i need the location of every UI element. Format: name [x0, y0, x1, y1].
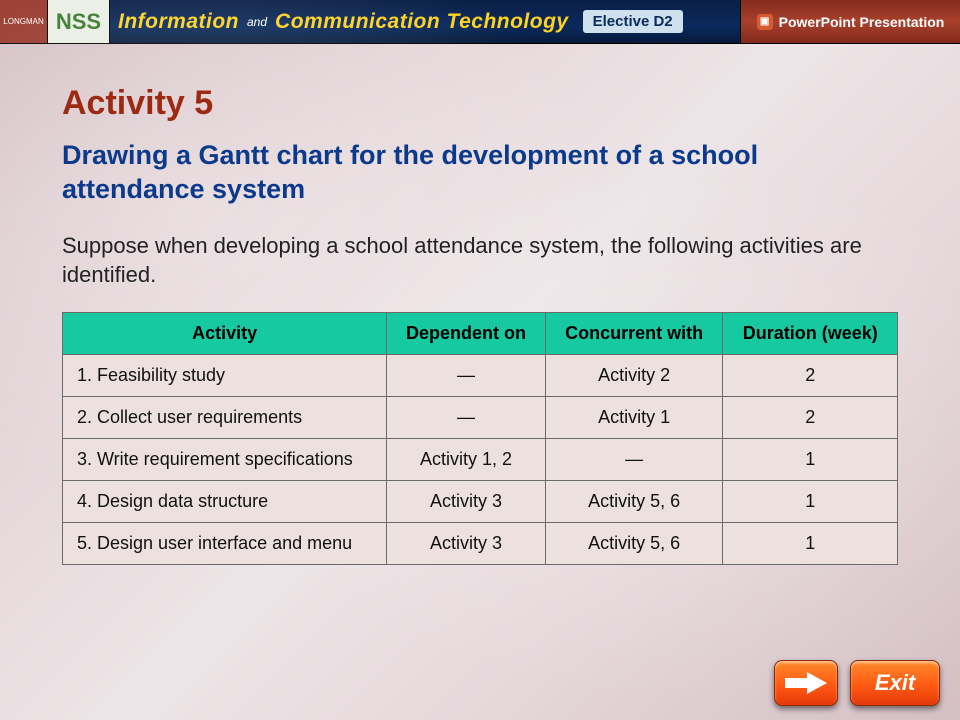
table-row: 5. Design user interface and menu Activi…	[63, 522, 898, 564]
cell-activity: 3. Write requirement specifications	[63, 438, 387, 480]
top-banner: LONGMAN NSS Information and Communicatio…	[0, 0, 960, 44]
nss-badge: NSS	[48, 0, 110, 43]
banner-title-word1: Information	[118, 10, 239, 34]
cell-concurrent: —	[545, 438, 723, 480]
slide-subheading: Drawing a Gantt chart for the developmen…	[62, 139, 898, 207]
publisher-logo: LONGMAN	[0, 0, 48, 43]
col-activity: Activity	[63, 312, 387, 354]
col-dependent: Dependent on	[387, 312, 546, 354]
cell-duration: 1	[723, 438, 898, 480]
cell-duration: 2	[723, 396, 898, 438]
table-row: 2. Collect user requirements — Activity …	[63, 396, 898, 438]
cell-concurrent: Activity 5, 6	[545, 522, 723, 564]
cell-duration: 2	[723, 354, 898, 396]
nav-button-bar: Exit	[774, 660, 940, 706]
cell-duration: 1	[723, 480, 898, 522]
cell-dependent: —	[387, 396, 546, 438]
ppt-badge: ▣ PowerPoint Presentation	[740, 0, 960, 43]
table-row: 3. Write requirement specifications Acti…	[63, 438, 898, 480]
elective-badge: Elective D2	[583, 10, 683, 33]
cell-activity: 4. Design data structure	[63, 480, 387, 522]
ppt-label: PowerPoint Presentation	[779, 14, 945, 30]
cell-concurrent: Activity 5, 6	[545, 480, 723, 522]
banner-title-word2: Communication Technology	[275, 10, 569, 34]
table-row: 4. Design data structure Activity 3 Acti…	[63, 480, 898, 522]
cell-duration: 1	[723, 522, 898, 564]
cell-activity: 5. Design user interface and menu	[63, 522, 387, 564]
activities-table: Activity Dependent on Concurrent with Du…	[62, 312, 898, 565]
slide-body: Activity 5 Drawing a Gantt chart for the…	[0, 44, 960, 720]
cell-activity: 2. Collect user requirements	[63, 396, 387, 438]
exit-button-label: Exit	[875, 670, 915, 696]
publisher-logo-text: LONGMAN	[3, 18, 43, 26]
table-header-row: Activity Dependent on Concurrent with Du…	[63, 312, 898, 354]
ppt-icon: ▣	[757, 14, 773, 30]
slide-lead-text: Suppose when developing a school attenda…	[62, 231, 898, 290]
cell-dependent: —	[387, 354, 546, 396]
cell-dependent: Activity 3	[387, 522, 546, 564]
cell-dependent: Activity 3	[387, 480, 546, 522]
banner-title-and: and	[247, 15, 267, 29]
col-concurrent: Concurrent with	[545, 312, 723, 354]
slide-heading: Activity 5	[62, 84, 898, 123]
next-button[interactable]	[774, 660, 838, 706]
cell-dependent: Activity 1, 2	[387, 438, 546, 480]
cell-concurrent: Activity 2	[545, 354, 723, 396]
col-duration: Duration (week)	[723, 312, 898, 354]
arrow-right-icon	[785, 670, 827, 696]
table-row: 1. Feasibility study — Activity 2 2	[63, 354, 898, 396]
cell-activity: 1. Feasibility study	[63, 354, 387, 396]
exit-button[interactable]: Exit	[850, 660, 940, 706]
banner-title: Information and Communication Technology…	[110, 0, 740, 43]
cell-concurrent: Activity 1	[545, 396, 723, 438]
